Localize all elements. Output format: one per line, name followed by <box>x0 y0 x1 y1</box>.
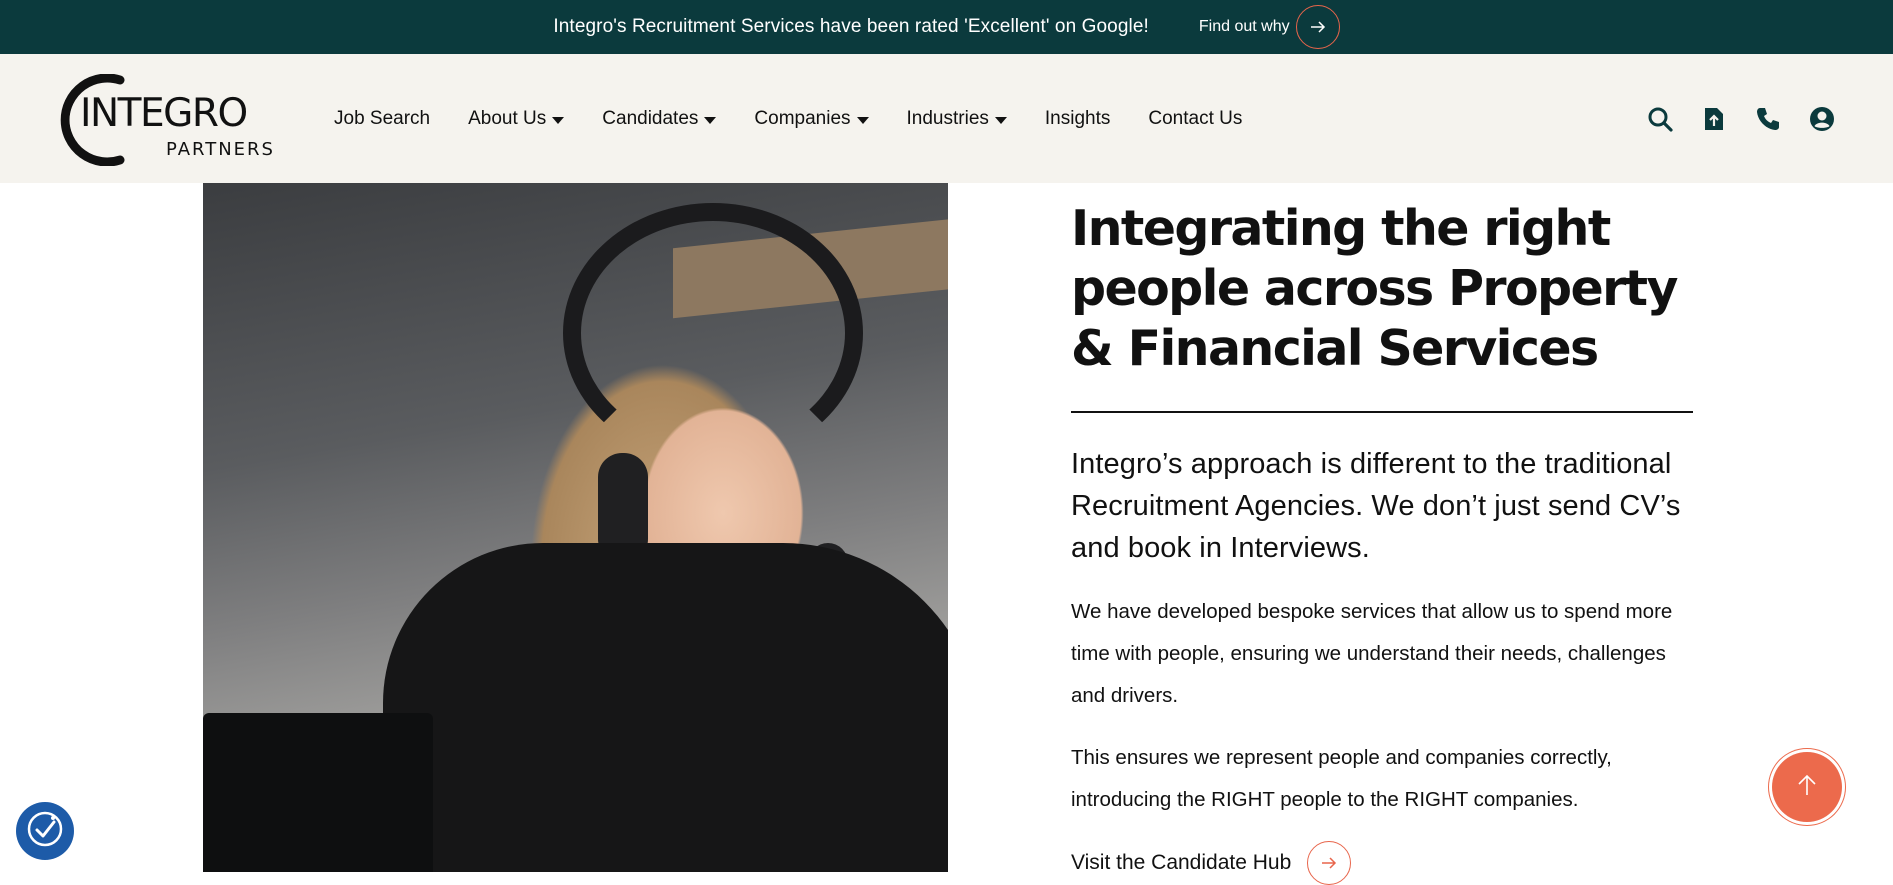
nav-item-job-search[interactable]: Job Search <box>334 108 430 130</box>
arrow-up-icon <box>1796 773 1818 802</box>
nav-item-label: Insights <box>1044 107 1111 129</box>
caret-down-icon <box>994 116 1007 124</box>
accessibility-icon <box>25 809 65 854</box>
hero-paragraph-2: This ensures we represent people and com… <box>1071 746 1612 811</box>
photo-headset <box>563 203 863 463</box>
account-icon[interactable] <box>1809 106 1835 132</box>
nav-item-label: Industries <box>906 107 989 129</box>
upload-cv-icon[interactable] <box>1701 106 1727 132</box>
header-actions <box>1647 54 1835 183</box>
nav-item-label: Candidates <box>602 107 699 129</box>
nav-item-about-us[interactable]: About Us <box>468 107 565 130</box>
nav-item-label: About Us <box>468 107 547 129</box>
caret-down-icon <box>552 116 565 124</box>
candidate-hub-link[interactable]: Visit the Candidate Hub <box>1071 841 1693 885</box>
integro-partners-logo[interactable]: INTEGRO PARTNERS <box>58 73 288 167</box>
photo-jacket <box>383 543 948 872</box>
hero-paragraph-1: We have developed bespoke services that … <box>1071 600 1673 707</box>
announcement-bar: Integro's Recruitment Services have been… <box>0 0 1893 54</box>
hero-lead: Integro’s approach is different to the t… <box>1071 448 1681 564</box>
nav-item-companies[interactable]: Companies <box>754 107 869 130</box>
nav-item-industries[interactable]: Industries <box>907 108 1007 130</box>
caret-down-icon <box>704 116 717 124</box>
nav-item-label: Companies <box>754 107 851 129</box>
divider <box>1071 411 1693 413</box>
candidate-hub-label: Visit the Candidate Hub <box>1071 851 1292 874</box>
announcement-text: Integro's Recruitment Services have been… <box>553 16 1149 37</box>
search-icon[interactable] <box>1647 106 1673 132</box>
nav-item-label: Contact Us <box>1148 107 1243 129</box>
nav-item-candidates[interactable]: Candidates <box>602 107 717 130</box>
accessibility-button[interactable] <box>16 802 74 860</box>
nav-item-insights[interactable]: Insights <box>1045 108 1110 130</box>
site-header: INTEGRO PARTNERS Job Search About Us Can… <box>0 54 1893 183</box>
nav-item-label: Job Search <box>334 107 431 129</box>
photo-monitor <box>203 713 433 872</box>
nav-item-contact-us[interactable]: Contact Us <box>1148 108 1242 130</box>
logo-sub: PARTNERS <box>166 139 275 160</box>
scroll-to-top-button[interactable] <box>1772 752 1842 822</box>
main-nav: Job Search About Us Candidates Companies… <box>334 54 1280 183</box>
phone-icon[interactable] <box>1755 106 1781 132</box>
find-out-why-label: Find out why <box>1198 18 1290 35</box>
caret-down-icon <box>856 116 869 124</box>
hero-headline: Integrating the right people across Prop… <box>1071 200 1678 377</box>
logo-word: INTEGRO <box>80 91 247 136</box>
hero-content: Integrating the right people across Prop… <box>1071 199 1693 885</box>
find-out-why-link[interactable]: Find out why <box>1199 5 1340 49</box>
arrow-right-icon <box>1307 841 1352 885</box>
arrow-right-icon <box>1295 5 1340 49</box>
hero-photo <box>203 183 948 872</box>
